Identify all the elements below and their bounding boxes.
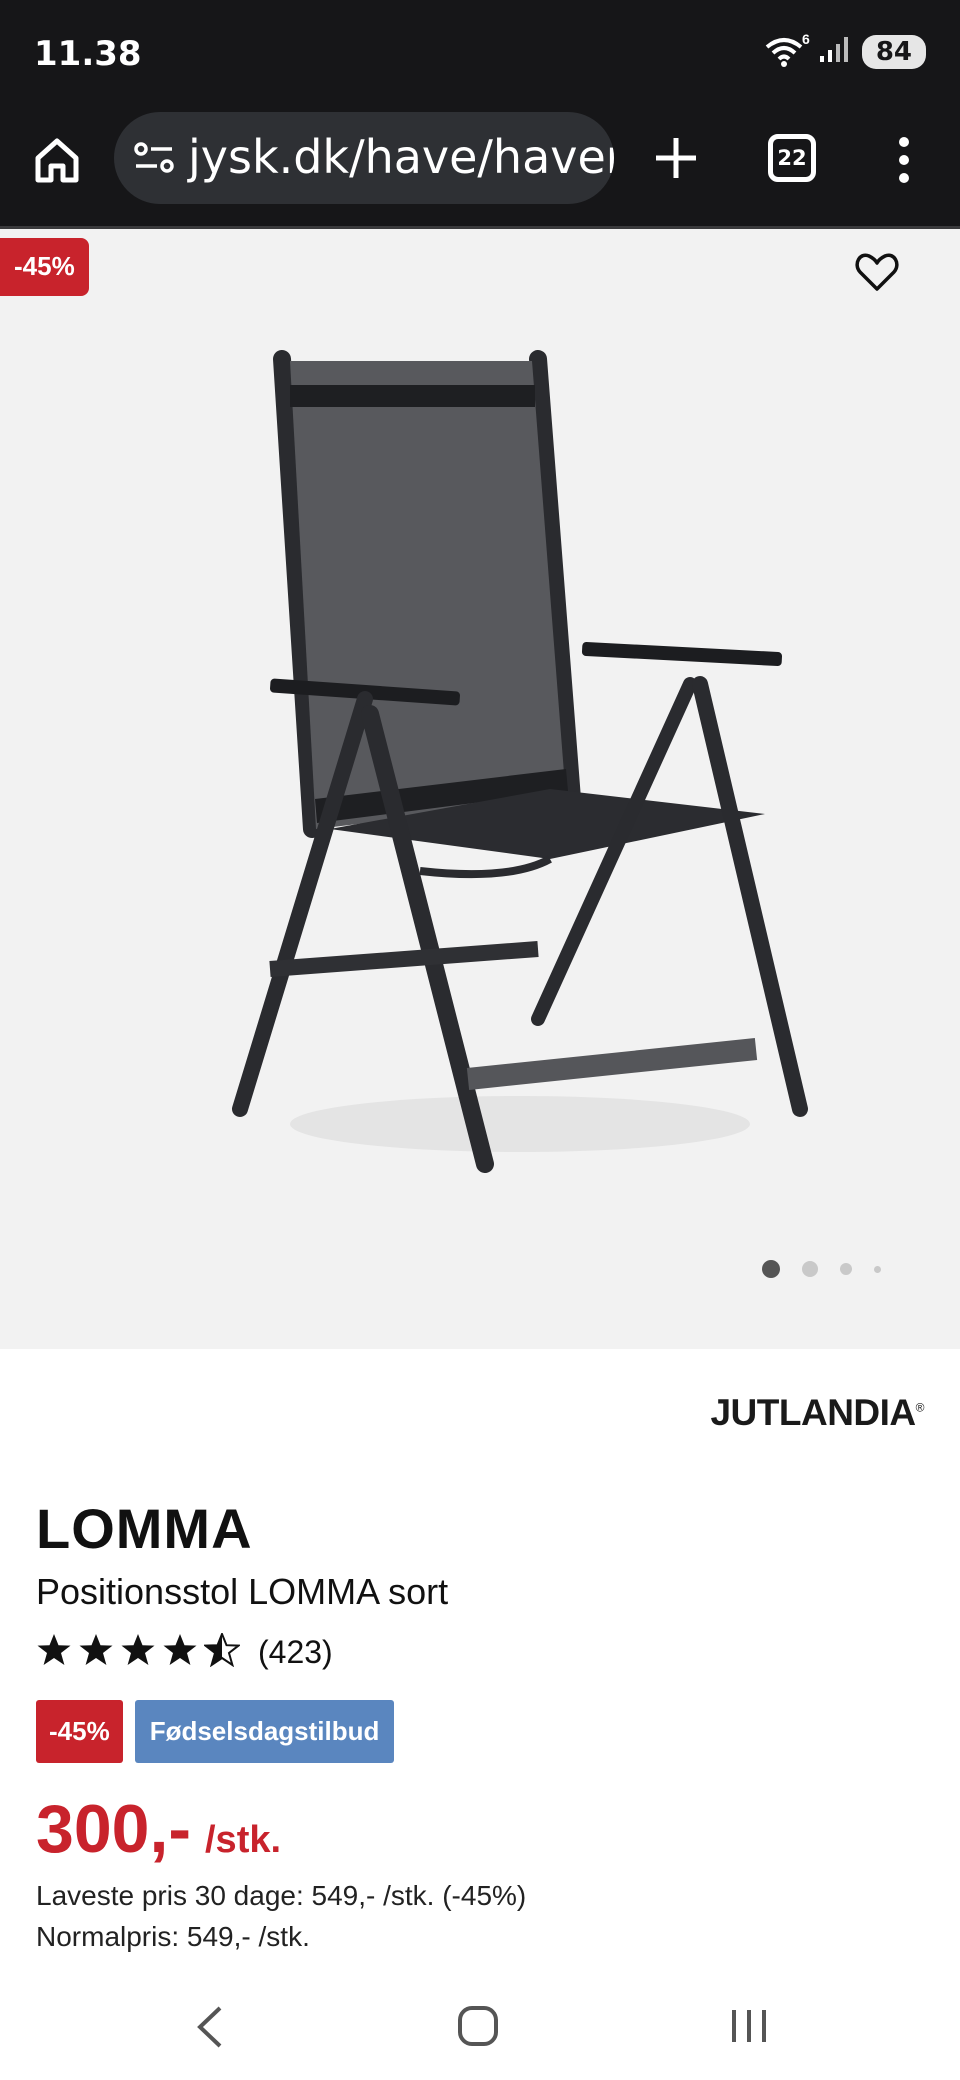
- badge-row: -45% Fødselsdagstilbud: [36, 1700, 395, 1763]
- product-image-carousel[interactable]: -45%: [0, 229, 960, 1349]
- brand-name: JUTLANDIA: [710, 1392, 916, 1433]
- star-icon: [120, 1633, 156, 1672]
- price-unit: /stk.: [205, 1819, 282, 1861]
- url-text[interactable]: jysk.dk/have/havem: [188, 130, 614, 184]
- wifi-badge: 6: [802, 30, 810, 47]
- half-star-icon: [202, 1631, 242, 1672]
- brand-mark: ®: [915, 1400, 925, 1415]
- product-subtitle: Positionsstol LOMMA sort: [36, 1571, 449, 1612]
- product-rating[interactable]: (423): [36, 1631, 333, 1672]
- wifi-icon: 6: [764, 31, 810, 69]
- carousel-dot[interactable]: [802, 1261, 818, 1277]
- normal-price-info: Normalpris: 549,- /stk.: [36, 1921, 310, 1952]
- carousel-dot[interactable]: [840, 1263, 852, 1275]
- offer-badge: Fødselsdagstilbud: [134, 1700, 395, 1763]
- status-time: 11.38: [34, 34, 142, 74]
- lowest-price-info: Laveste pris 30 dage: 549,- /stk. (-45%): [36, 1880, 527, 1911]
- review-count[interactable]: (423): [258, 1634, 333, 1671]
- heart-icon[interactable]: [854, 249, 900, 295]
- system-nav-bar: [0, 1980, 960, 2080]
- home-icon[interactable]: [30, 134, 84, 188]
- discount-badge: -45%: [36, 1700, 123, 1763]
- tabs-icon[interactable]: 22: [768, 134, 816, 182]
- more-icon[interactable]: [892, 130, 916, 190]
- star-icon: [162, 1633, 198, 1672]
- battery-icon: 84: [861, 34, 926, 69]
- price: 300,- /stk.: [36, 1790, 281, 1868]
- recent-apps-icon[interactable]: [726, 2004, 772, 2048]
- home-nav-icon[interactable]: [456, 2004, 500, 2048]
- signal-icon: [818, 34, 852, 69]
- product-photo: [232, 350, 808, 1173]
- carousel-dot[interactable]: [762, 1260, 780, 1278]
- browser-toolbar: jysk.dk/have/havem 22: [0, 108, 960, 229]
- image-discount-badge: -45%: [0, 238, 89, 296]
- status-bar: 11.38 6 84: [0, 0, 960, 108]
- back-icon[interactable]: [190, 2002, 230, 2052]
- carousel-dot[interactable]: [874, 1265, 881, 1273]
- star-icon: [78, 1633, 114, 1672]
- status-icons: 6 84: [764, 31, 926, 69]
- product-title: LOMMA: [36, 1497, 253, 1560]
- price-value: 300,-: [36, 1791, 191, 1867]
- star-icon: [36, 1633, 72, 1672]
- carousel-dots[interactable]: [762, 1260, 881, 1278]
- brand-logo[interactable]: JUTLANDIA®: [710, 1392, 924, 1434]
- site-settings-icon[interactable]: [132, 136, 180, 180]
- new-tab-icon[interactable]: [650, 132, 702, 184]
- url-bar[interactable]: jysk.dk/have/havem: [114, 112, 614, 204]
